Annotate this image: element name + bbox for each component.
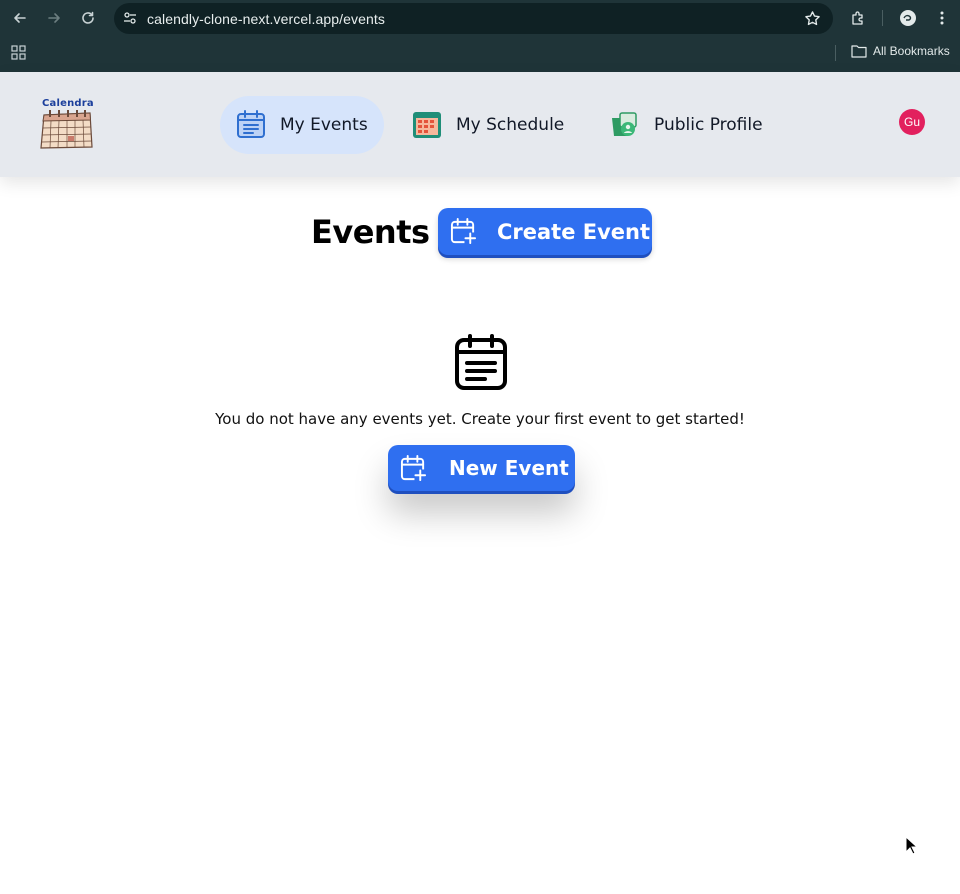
calendar-list-icon [237,110,265,138]
create-event-button[interactable]: Create Event [438,208,652,255]
calendra-logo[interactable]: Calendra [36,98,98,152]
nav-label-my-events: My Events [280,115,368,135]
new-event-button[interactable]: New Event [388,445,575,491]
browser-chrome: calendly-clone-next.vercel.app/events Al… [0,0,960,72]
mouse-cursor-icon [905,836,918,855]
all-bookmarks-button[interactable]: All Bookmarks [851,44,950,58]
nav-label-public-profile: Public Profile [654,115,763,135]
toolbar-divider [882,10,883,26]
folder-icon [851,45,867,58]
nav-label-my-schedule: My Schedule [456,115,565,135]
back-icon[interactable] [8,6,32,30]
nav-public-profile[interactable]: Public Profile [594,96,779,154]
browser-toolbar: calendly-clone-next.vercel.app/events [0,0,960,36]
empty-calendar-icon [455,334,507,390]
page-title: Events [311,213,430,251]
events-title-row: Events Create Event [0,206,960,258]
empty-state-message: You do not have any events yet. Create y… [215,410,745,428]
bookmarks-divider [835,45,836,61]
new-event-label: New Event [449,456,569,480]
menu-icon[interactable] [932,8,952,28]
nav-my-schedule[interactable]: My Schedule [396,96,580,154]
forward-icon[interactable] [42,6,66,30]
calendar-plus-icon [400,454,427,481]
site-settings-icon[interactable] [122,10,138,26]
create-event-label: Create Event [497,219,651,244]
url-text[interactable]: calendly-clone-next.vercel.app/events [147,11,385,27]
public-profile-icon [612,112,637,136]
all-bookmarks-label: All Bookmarks [873,44,950,58]
bookmarks-bar: All Bookmarks [0,38,960,66]
calendar-plus-icon [450,218,477,245]
extensions-icon[interactable] [848,8,868,28]
app-header: Calendra My Events My Schedule Public Pr… [0,72,960,177]
calendar-logo-icon [40,110,93,149]
apps-grid-icon[interactable] [11,45,26,60]
bookmark-star-icon[interactable] [804,10,821,27]
logo-text: Calendra [42,98,94,109]
schedule-calendar-icon [413,112,441,138]
profile-icon[interactable] [898,8,918,28]
nav-my-events[interactable]: My Events [220,96,384,154]
reload-icon[interactable] [76,6,100,30]
address-bar[interactable]: calendly-clone-next.vercel.app/events [114,3,833,34]
user-avatar[interactable]: Gu [899,109,925,135]
